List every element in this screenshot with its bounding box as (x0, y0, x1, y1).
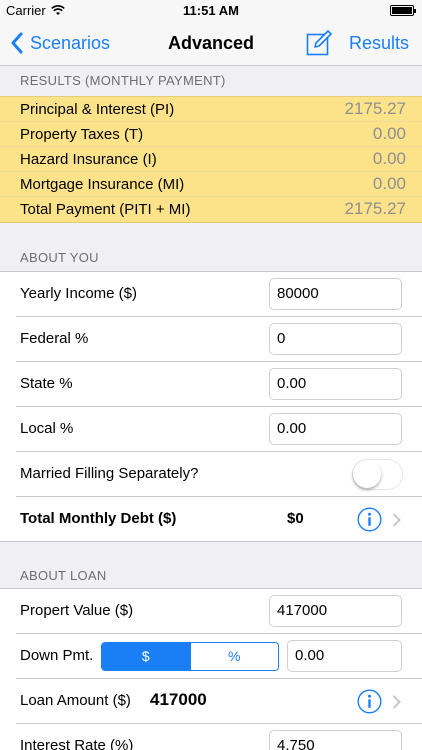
battery-icon (390, 5, 416, 16)
result-value: 2175.27 (344, 99, 406, 118)
clock: 11:51 AM (183, 3, 239, 18)
results-panel: Principal & Interest (PI) 2175.27 Proper… (0, 96, 422, 223)
result-row-pi: Principal & Interest (PI) 2175.27 (0, 97, 422, 122)
property-value-label: Propert Value ($) (20, 602, 134, 619)
loan-amount-row[interactable]: Loan Amount ($) 417000 (0, 679, 422, 724)
yearly-income-label: Yearly Income ($) (20, 285, 137, 302)
married-toggle[interactable] (352, 459, 403, 490)
local-label: Local % (20, 420, 74, 437)
total-debt-value: $0 (287, 510, 304, 527)
down-payment-input[interactable]: 0.00 (287, 640, 402, 672)
interest-rate-row: Interest Rate (%) 4.750 (0, 724, 422, 750)
chevron-right-icon (393, 513, 401, 527)
chevron-right-icon (393, 695, 401, 709)
result-label: Property Taxes (T) (20, 126, 144, 143)
result-value: 2175.27 (344, 199, 406, 218)
navigation-bar: Scenarios Advanced Results (0, 22, 422, 66)
about-you-section-header: ABOUT YOU (20, 250, 99, 265)
results-button[interactable]: Results (349, 33, 409, 54)
about-loan-group: Propert Value ($) 417000 Down Pmt. $ % 0… (0, 588, 422, 750)
result-value: 0.00 (372, 149, 406, 168)
compose-icon[interactable] (306, 30, 332, 56)
segment-dollar[interactable]: $ (102, 643, 190, 670)
info-icon[interactable] (357, 507, 382, 532)
result-label: Mortgage Insurance (MI) (20, 176, 185, 193)
property-value-input[interactable]: 417000 (269, 595, 402, 627)
result-row-taxes: Property Taxes (T) 0.00 (0, 122, 422, 147)
federal-row: Federal % 0 (0, 317, 422, 362)
result-row-total: Total Payment (PITI + MI) 2175.27 (0, 197, 422, 222)
local-input[interactable]: 0.00 (269, 413, 402, 445)
state-label: State % (20, 375, 73, 392)
result-row-hazard: Hazard Insurance (I) 0.00 (0, 147, 422, 172)
result-row-mortgage-insurance: Mortgage Insurance (MI) 0.00 (0, 172, 422, 197)
loan-amount-label: Loan Amount ($) (20, 692, 131, 709)
interest-rate-input[interactable]: 4.750 (269, 730, 402, 750)
state-input[interactable]: 0.00 (269, 368, 402, 400)
segment-percent[interactable]: % (189, 643, 278, 670)
loan-amount-value: 417000 (150, 690, 207, 709)
results-section-header: RESULTS (MONTHLY PAYMENT) (20, 73, 226, 88)
local-row: Local % 0.00 (0, 407, 422, 452)
yearly-income-input[interactable]: 80000 (269, 278, 402, 310)
property-value-row: Propert Value ($) 417000 (0, 589, 422, 634)
down-payment-label: Down Pmt. (20, 647, 94, 664)
status-bar: Carrier 11:51 AM (0, 0, 422, 22)
down-payment-row: Down Pmt. $ % 0.00 (0, 634, 422, 679)
married-row: Married Filling Separately? (0, 452, 422, 497)
result-value: 0.00 (372, 174, 406, 193)
toggle-knob (353, 460, 381, 488)
info-icon[interactable] (357, 689, 382, 714)
married-label: Married Filling Separately? (20, 465, 199, 482)
federal-input[interactable]: 0 (269, 323, 402, 355)
result-label: Total Payment (PITI + MI) (20, 201, 191, 218)
result-label: Principal & Interest (PI) (20, 101, 175, 118)
state-row: State % 0.00 (0, 362, 422, 407)
result-value: 0.00 (372, 124, 406, 143)
yearly-income-row: Yearly Income ($) 80000 (0, 272, 422, 317)
federal-label: Federal % (20, 330, 89, 347)
result-label: Hazard Insurance (I) (20, 151, 157, 168)
total-debt-row[interactable]: Total Monthly Debt ($) $0 (0, 497, 422, 542)
down-payment-type-control[interactable]: $ % (101, 642, 279, 671)
about-loan-section-header: ABOUT LOAN (20, 568, 107, 583)
interest-rate-label: Interest Rate (%) (20, 737, 134, 750)
total-debt-label: Total Monthly Debt ($) (20, 510, 177, 527)
about-you-group: Yearly Income ($) 80000 Federal % 0 Stat… (0, 271, 422, 542)
